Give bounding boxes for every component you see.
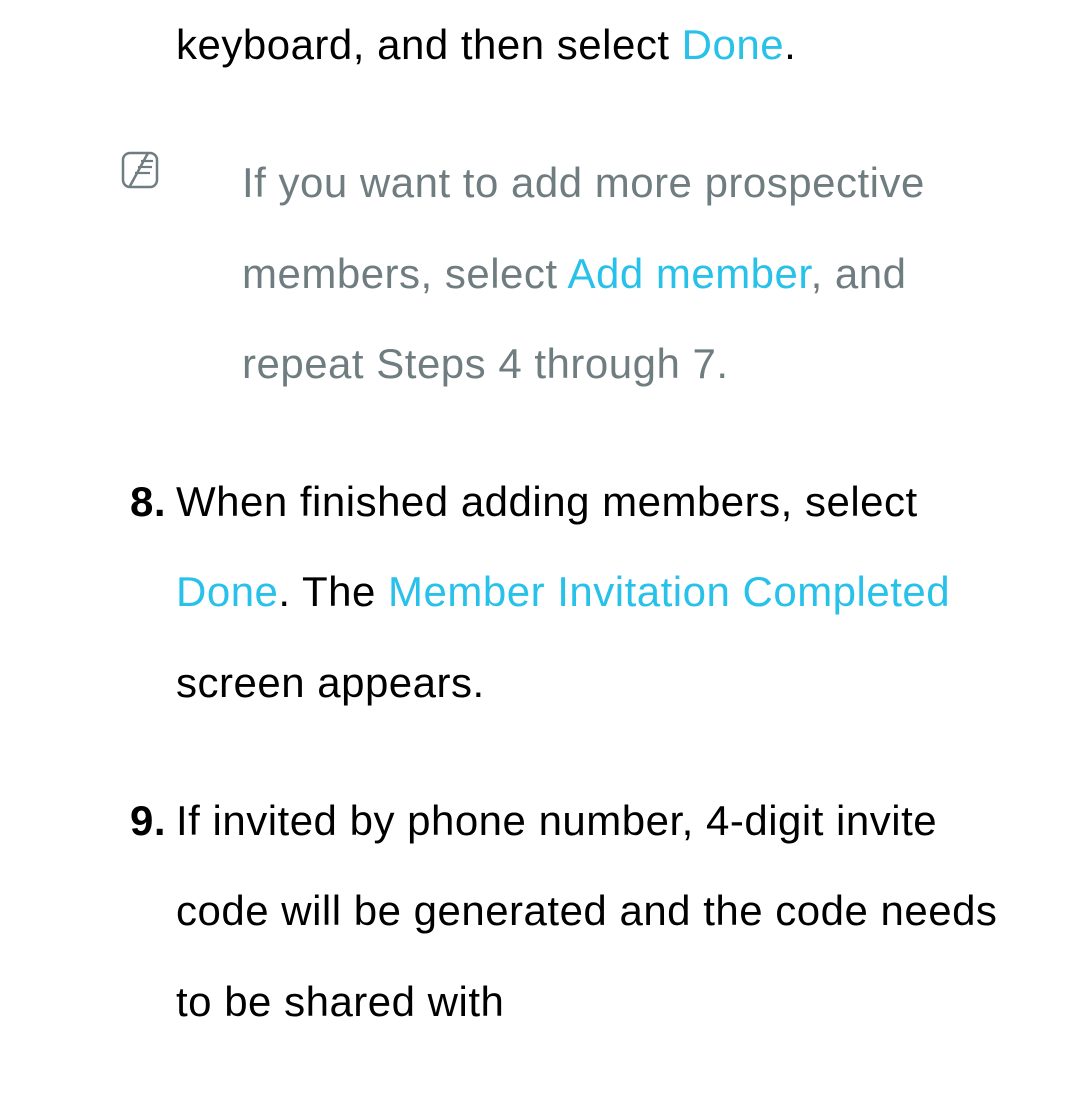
step-9: 9. If invited by phone number, 4-digit i… <box>0 776 1020 1047</box>
step-8-marker: 8. <box>0 457 176 547</box>
step-8-number: 8. <box>130 457 176 547</box>
note-block: If you want to add more prospective memb… <box>0 138 1020 409</box>
step8-pre: When finished adding members, select <box>176 478 918 525</box>
term-add-member: Add member <box>567 250 810 297</box>
step-fragment: keyboard, and then select Done. <box>0 0 1020 90</box>
step9-text: If invited by phone number, 4-digit invi… <box>176 797 997 1025</box>
step-8-body: When finished adding members, select Don… <box>176 457 1020 728</box>
document-page: keyboard, and then select Done. If you w… <box>0 0 1080 1047</box>
step8-post: screen appears. <box>176 659 485 706</box>
fragment-text: keyboard, and then select <box>176 21 682 68</box>
step-8: 8. When finished adding members, select … <box>0 457 1020 728</box>
term-done-2: Done <box>176 568 278 615</box>
note-body: If you want to add more prospective memb… <box>176 138 1020 409</box>
note-icon <box>120 150 160 190</box>
note-icon-wrap <box>0 138 176 190</box>
step-9-marker: 9. <box>0 776 176 866</box>
fragment-post: . <box>784 21 796 68</box>
step-9-body: If invited by phone number, 4-digit invi… <box>176 776 1020 1047</box>
step8-mid: . The <box>278 568 388 615</box>
step-9-number: 9. <box>130 776 176 866</box>
step-fragment-body: keyboard, and then select Done. <box>176 0 1020 90</box>
term-member-invitation-completed: Member Invitation Completed <box>388 568 950 615</box>
term-done: Done <box>682 21 784 68</box>
